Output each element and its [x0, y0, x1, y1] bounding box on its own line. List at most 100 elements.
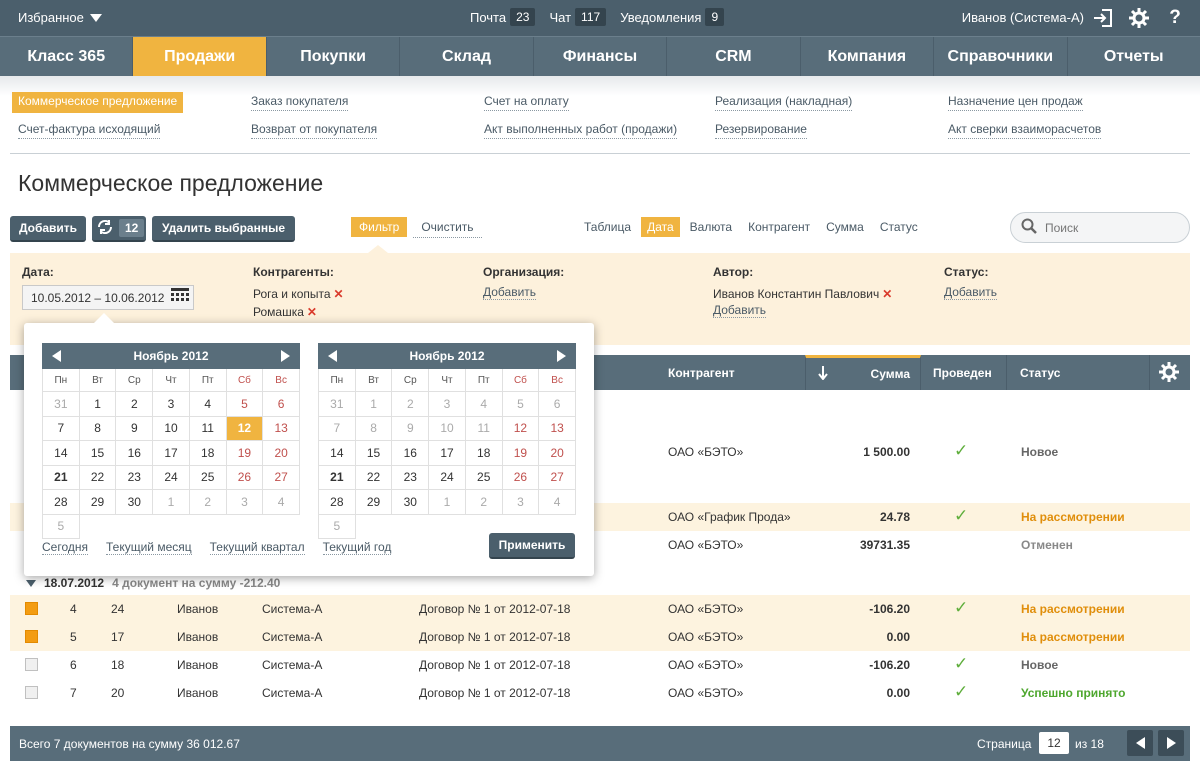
calendar-day[interactable]: 21 — [319, 465, 356, 490]
subnav-invoice-outgoing[interactable]: Счет-фактура исходящий — [18, 122, 161, 139]
calendar-day[interactable]: 13 — [263, 416, 300, 441]
calendar-day[interactable]: 4 — [189, 392, 227, 417]
subnav-realization[interactable]: Реализация (накладная) — [715, 94, 853, 111]
calendar-day[interactable]: 4 — [263, 490, 300, 515]
status-add-link[interactable]: Добавить — [944, 285, 998, 300]
calendar-day[interactable]: 22 — [355, 465, 393, 490]
calendar-day[interactable]: 14 — [319, 441, 356, 466]
calendar-day[interactable]: 23 — [116, 465, 154, 490]
preset-current-quarter[interactable]: Текущий квартал — [209, 540, 305, 555]
table-row[interactable]: 7 20 Иванов Система-А Договор № 1 от 201… — [10, 679, 1190, 707]
subnav-reconciliation[interactable]: Акт сверки взаиморасчетов — [948, 122, 1102, 139]
table-row[interactable]: 4 24 Иванов Система-А Договор № 1 от 201… — [10, 595, 1190, 623]
calendar-day[interactable]: 3 — [226, 490, 264, 515]
notifications-link[interactable]: Уведомления 9 — [620, 8, 725, 26]
calendar-day[interactable]: 30 — [392, 490, 430, 515]
favorites-menu[interactable]: Избранное — [18, 10, 102, 25]
calendar-day[interactable]: 1 — [79, 392, 117, 417]
tab-clear[interactable]: Очистить — [413, 217, 482, 238]
nav-purchases[interactable]: Покупки — [267, 37, 401, 76]
collapse-icon[interactable] — [26, 579, 36, 587]
calendar-day[interactable]: 26 — [502, 465, 540, 490]
calendar-day[interactable]: 5 — [226, 392, 264, 417]
calendar-day[interactable]: 16 — [392, 441, 430, 466]
refresh-button[interactable]: 12 — [92, 216, 146, 242]
calendar-day[interactable]: 30 — [116, 490, 154, 515]
author-add-link[interactable]: Добавить — [713, 303, 767, 318]
calendar-day[interactable]: 25 — [189, 465, 227, 490]
calendar-day[interactable]: 22 — [79, 465, 117, 490]
calendar-day[interactable]: 8 — [79, 416, 117, 441]
calendar-day[interactable]: 25 — [465, 465, 503, 490]
table-row[interactable]: 5 17 Иванов Система-А Договор № 1 от 201… — [10, 623, 1190, 651]
calendar-day[interactable]: 12 — [502, 416, 540, 441]
nav-crm[interactable]: CRM — [667, 37, 801, 76]
logout-icon[interactable] — [1092, 7, 1114, 29]
date-range-field[interactable]: 10.05.2012 – 10.06.2012 — [22, 285, 194, 310]
calendar-day[interactable]: 5 — [319, 514, 356, 539]
header-contractor[interactable]: Контрагент — [668, 366, 735, 380]
gear-icon[interactable] — [1128, 7, 1150, 29]
preset-current-month[interactable]: Текущий месяц — [106, 540, 192, 555]
view-tab-sum[interactable]: Сумма — [820, 217, 870, 237]
view-tab-status[interactable]: Статус — [874, 217, 924, 237]
calendar-day[interactable]: 3 — [502, 490, 540, 515]
view-tab-contractor[interactable]: Контрагент — [742, 217, 816, 237]
calendar-day[interactable]: 29 — [355, 490, 393, 515]
help-icon[interactable]: ? — [1164, 7, 1186, 29]
calendar-day[interactable]: 27 — [539, 465, 576, 490]
header-status[interactable]: Статус — [1020, 366, 1060, 380]
calendar-day[interactable]: 3 — [153, 392, 190, 417]
calendar-day[interactable]: 26 — [226, 465, 264, 490]
mail-link[interactable]: Почта 23 — [470, 8, 536, 26]
view-tab-date[interactable]: Дата — [641, 217, 680, 237]
group-header[interactable]: 18.07.2012 4 документ на сумму -212.40 — [26, 576, 280, 590]
nav-home[interactable]: Класс 365 — [0, 37, 134, 76]
search-box[interactable] — [1010, 212, 1190, 243]
calendar-day[interactable]: 15 — [355, 441, 393, 466]
calendar-day[interactable]: 24 — [153, 465, 190, 490]
calendar-day[interactable]: 10 — [153, 416, 190, 441]
user-name[interactable]: Иванов (Система-А) — [962, 10, 1084, 25]
calendar-day[interactable]: 12 — [226, 416, 264, 441]
page-input[interactable]: 12 — [1039, 732, 1069, 754]
nav-warehouse[interactable]: Склад — [400, 37, 534, 76]
row-checkbox[interactable] — [25, 658, 38, 671]
calendar-day[interactable]: 28 — [319, 490, 356, 515]
next-month-icon[interactable] — [557, 350, 566, 362]
calendar-day[interactable]: 9 — [116, 416, 154, 441]
row-checkbox[interactable] — [25, 630, 38, 643]
calendar-day[interactable]: 4 — [465, 392, 503, 417]
preset-today[interactable]: Сегодня — [42, 540, 88, 555]
view-tab-table[interactable]: Таблица — [578, 217, 637, 237]
nav-finance[interactable]: Финансы — [534, 37, 668, 76]
row-checkbox[interactable] — [25, 602, 38, 615]
calendar-day[interactable]: 1 — [153, 490, 190, 515]
calendar-day[interactable]: 19 — [226, 441, 264, 466]
calendar-day[interactable]: 16 — [116, 441, 154, 466]
row-checkbox[interactable] — [25, 686, 38, 699]
header-sum-sorted[interactable]: Сумма — [805, 355, 921, 390]
calendar-day[interactable]: 3 — [429, 392, 466, 417]
delete-selected-button[interactable]: Удалить выбранные — [152, 216, 295, 242]
calendar-day[interactable]: 7 — [43, 416, 80, 441]
calendar-day[interactable]: 24 — [429, 465, 466, 490]
remove-icon[interactable]: ✕ — [307, 305, 317, 319]
chat-link[interactable]: Чат 117 — [549, 8, 607, 26]
nav-company[interactable]: Компания — [801, 37, 935, 76]
calendar-day[interactable]: 17 — [153, 441, 190, 466]
calendar-day[interactable]: 18 — [189, 441, 227, 466]
calendar-day[interactable]: 10 — [429, 416, 466, 441]
calendar-day[interactable]: 29 — [79, 490, 117, 515]
subnav-price-assignment[interactable]: Назначение цен продаж — [948, 94, 1083, 111]
nav-sales[interactable]: Продажи — [129, 37, 271, 84]
calendar-day[interactable]: 9 — [392, 416, 430, 441]
calendar-day[interactable]: 7 — [319, 416, 356, 441]
calendar-day[interactable]: 18 — [465, 441, 503, 466]
prev-page-button[interactable] — [1127, 730, 1153, 756]
calendar-day[interactable]: 5 — [43, 514, 80, 539]
subnav-reservation[interactable]: Резервирование — [715, 122, 807, 139]
calendar-day[interactable]: 2 — [465, 490, 503, 515]
subnav-commercial-offer[interactable]: Коммерческое предложение — [12, 92, 184, 113]
calendar-day[interactable]: 27 — [263, 465, 300, 490]
